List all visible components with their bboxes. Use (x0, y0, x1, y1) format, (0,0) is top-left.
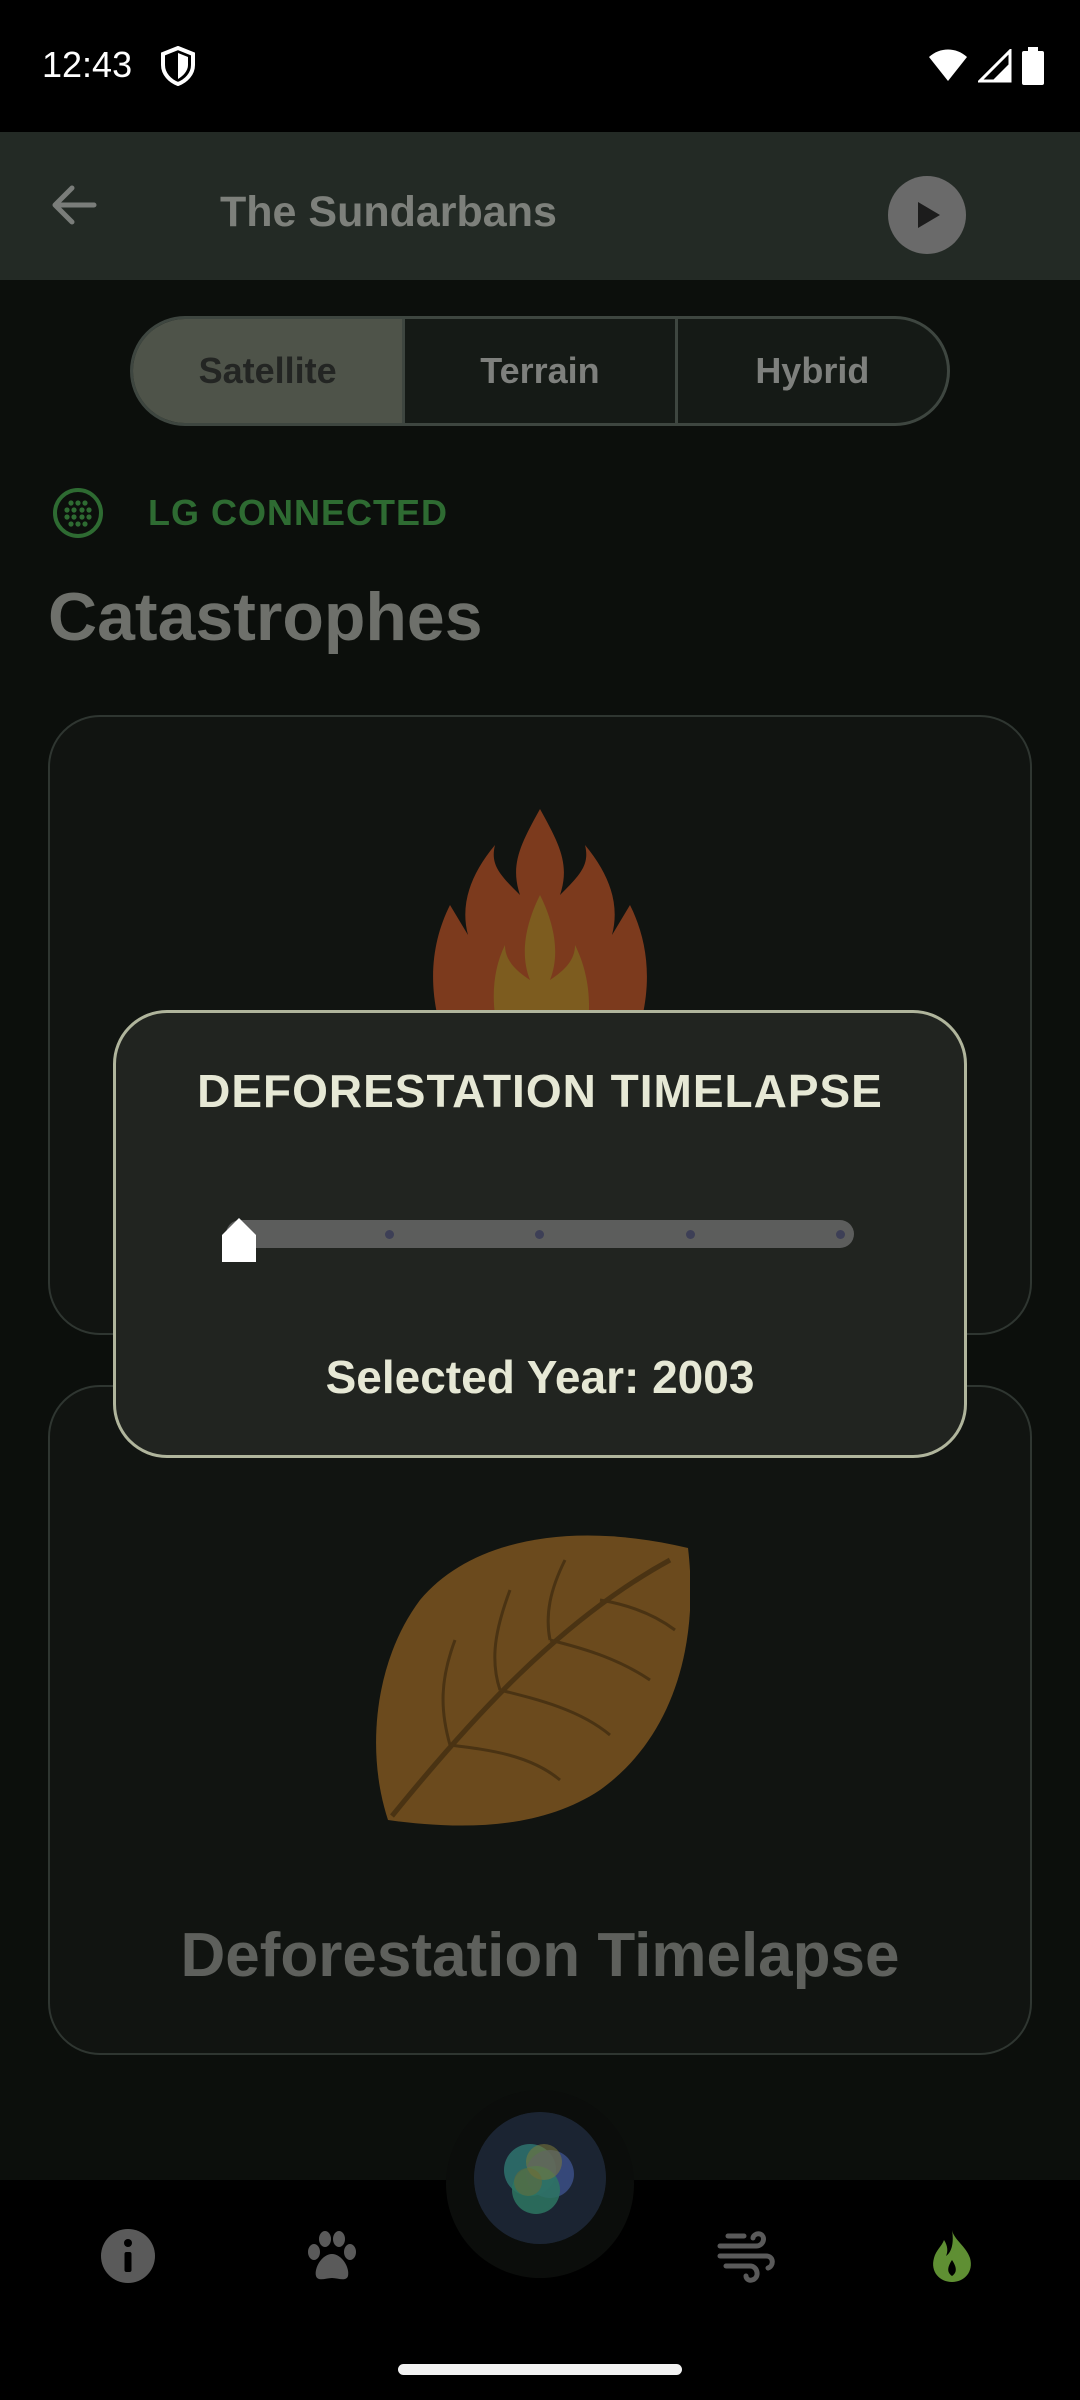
status-icons (928, 46, 1044, 86)
assistant-orb-icon (474, 2112, 606, 2244)
year-slider-thumb[interactable] (222, 1218, 256, 1262)
paw-icon[interactable] (302, 2226, 362, 2286)
card-title: Deforestation Timelapse (180, 1921, 900, 1990)
back-arrow-icon[interactable] (46, 178, 100, 232)
section-title: Catastrophes (48, 579, 483, 655)
battery-icon (1022, 47, 1044, 85)
fire-nav-icon[interactable] (922, 2226, 982, 2286)
signal-icon (978, 49, 1012, 83)
page-title: The Sundarbans (220, 188, 557, 236)
segment-hybrid[interactable]: Hybrid (678, 319, 947, 423)
slider-tick (686, 1230, 695, 1239)
assistant-orb-button[interactable] (474, 2112, 606, 2244)
play-button[interactable] (888, 176, 966, 254)
status-time: 12:43 (42, 44, 133, 85)
wifi-icon (929, 49, 967, 81)
selected-year-label: Selected Year: 2003 (325, 1351, 755, 1403)
info-icon[interactable] (98, 2226, 158, 2286)
dialog-title: DEFORESTATION TIMELAPSE (197, 1065, 883, 1117)
connection-status: LG CONNECTED (148, 492, 448, 533)
slider-tick (385, 1230, 394, 1239)
wind-icon[interactable] (716, 2226, 776, 2286)
connected-globe-icon (53, 488, 103, 538)
home-indicator[interactable] (398, 2364, 682, 2375)
map-type-segmented-control: Satellite Terrain Hybrid (130, 316, 950, 426)
play-icon (918, 202, 940, 228)
slider-tick (535, 1230, 544, 1239)
shield-icon (161, 46, 195, 86)
slider-tick (836, 1230, 845, 1239)
segment-satellite[interactable]: Satellite (133, 319, 406, 423)
segment-terrain[interactable]: Terrain (405, 319, 678, 423)
leaf-icon (376, 1535, 690, 1826)
